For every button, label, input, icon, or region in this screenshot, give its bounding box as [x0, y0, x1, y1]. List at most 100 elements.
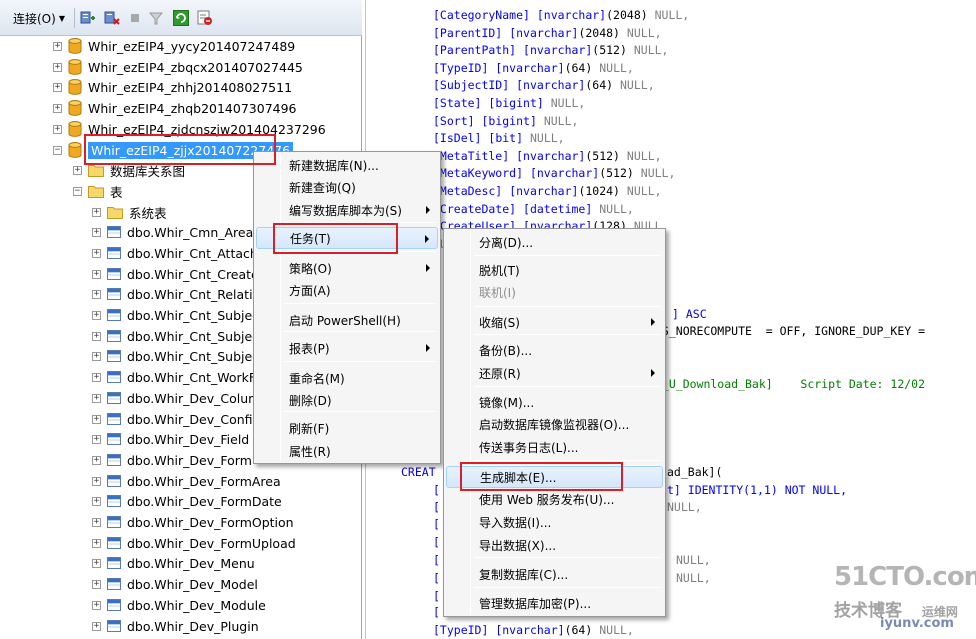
- tree-node-table[interactable]: + dbo.Whir_Dev_Form: [92, 450, 252, 470]
- expand-icon[interactable]: +: [92, 476, 101, 486]
- filter-icon[interactable]: [148, 10, 164, 26]
- tree-node-table[interactable]: + dbo.Whir_Dev_Plugin: [92, 616, 259, 636]
- code-token: [nvarchar]: [495, 623, 565, 637]
- context-menu-item[interactable]: 新建查询(Q): [256, 176, 438, 198]
- tree-node-table[interactable]: + dbo.Whir_Cnt_WorkFl: [92, 367, 260, 387]
- tree-node-database[interactable]: + Whir_ezEIP4_zhqb201407307496: [53, 98, 297, 118]
- context-menu-item[interactable]: 启动 PowerShell(H): [256, 309, 438, 331]
- context-menu-item[interactable]: 方面(A): [256, 279, 438, 301]
- tree-node-table[interactable]: + dbo.Whir_Cmn_Area: [92, 222, 253, 242]
- tree-node-database[interactable]: + Whir_ezEIP4_zjdcnszjw201404237296: [53, 119, 326, 139]
- tasks-menu-item[interactable]: 还原(R): [446, 362, 663, 384]
- expand-icon[interactable]: +: [92, 351, 101, 361]
- context-menu-item[interactable]: 报表(P): [256, 337, 438, 359]
- expand-icon[interactable]: +: [73, 165, 82, 175]
- context-menu-item[interactable]: 编写数据库脚本为(S): [256, 199, 438, 221]
- tasks-menu-item[interactable]: 复制数据库(C)...: [446, 563, 663, 585]
- context-menu-item[interactable]: 任务(T): [256, 227, 438, 249]
- context-menu-item[interactable]: 重命名(M): [256, 367, 438, 389]
- tree-node-system-tables-folder[interactable]: + 系统表: [92, 202, 167, 222]
- expand-icon[interactable]: +: [92, 227, 101, 237]
- collapse-icon[interactable]: −: [53, 145, 62, 155]
- context-menu-item[interactable]: 删除(D): [256, 389, 438, 411]
- expand-icon[interactable]: +: [92, 372, 101, 382]
- tree-node-table[interactable]: + dbo.Whir_Dev_Colum: [92, 388, 260, 408]
- tree-node-table[interactable]: + dbo.Whir_Dev_FormDate: [92, 491, 282, 511]
- tree-node-table[interactable]: + dbo.Whir_Dev_Config: [92, 409, 260, 429]
- expand-icon[interactable]: +: [92, 455, 101, 465]
- tree-node-table[interactable]: + dbo.Whir_Cnt_CreateI: [92, 264, 262, 284]
- expand-icon[interactable]: +: [92, 248, 101, 258]
- tree-node-table[interactable]: + dbo.Whir_Dev_FormUpload: [92, 533, 296, 553]
- tasks-menu-item[interactable]: 导出数据(X)...: [446, 534, 663, 556]
- tasks-menu-item[interactable]: 镜像(M)...: [446, 391, 663, 413]
- activity-icon[interactable]: [197, 10, 213, 26]
- expand-icon[interactable]: +: [92, 434, 101, 444]
- tree-node-diagrams-folder[interactable]: + 数据库关系图: [73, 160, 185, 180]
- context-menu-item[interactable]: 刷新(F): [256, 417, 438, 439]
- code-token: [CategoryName]: [433, 8, 530, 22]
- tree-node-table[interactable]: + dbo.Whir_Dev_FormArea: [92, 471, 281, 491]
- tasks-menu-item[interactable]: 收缩(S): [446, 311, 663, 333]
- expand-icon[interactable]: +: [92, 414, 101, 424]
- tree-node-table[interactable]: + dbo.Whir_Cnt_Subject: [92, 326, 264, 346]
- code-line: [CreateDate] [datetime] NULL,: [433, 201, 634, 219]
- expand-icon[interactable]: +: [92, 393, 101, 403]
- tasks-menu-item[interactable]: 联机(I): [446, 281, 663, 303]
- expand-icon[interactable]: +: [92, 621, 101, 631]
- expand-icon[interactable]: +: [92, 269, 101, 279]
- expand-icon[interactable]: +: [92, 600, 101, 610]
- expand-icon[interactable]: +: [92, 310, 101, 320]
- expand-icon[interactable]: +: [53, 41, 62, 51]
- menu-item-label: 任务(T): [290, 231, 331, 246]
- expand-icon[interactable]: +: [92, 579, 101, 589]
- tasks-menu-item[interactable]: 脱机(T): [446, 259, 663, 281]
- tree-node-database[interactable]: + Whir_ezEIP4_yycy201407247489: [53, 36, 295, 56]
- tree-node-table[interactable]: + dbo.Whir_Dev_Menu: [92, 553, 255, 573]
- expand-icon[interactable]: +: [92, 289, 101, 299]
- expand-icon[interactable]: +: [53, 103, 62, 113]
- connect-dropdown-button[interactable]: 连接(O) ▼: [13, 9, 65, 27]
- expand-icon[interactable]: +: [92, 538, 101, 548]
- expand-icon[interactable]: +: [92, 558, 101, 568]
- tasks-menu-item[interactable]: 备份(B)...: [446, 339, 663, 361]
- expand-icon[interactable]: +: [92, 207, 101, 217]
- tasks-menu-item[interactable]: 传送事务日志(L)...: [446, 436, 663, 458]
- tree-node-table[interactable]: + dbo.Whir_Dev_FormOption: [92, 512, 294, 532]
- tree-node-table[interactable]: + dbo.Whir_Cnt_Subject: [92, 346, 264, 366]
- tree-node-table[interactable]: + dbo.Whir_Dev_Field: [92, 429, 249, 449]
- tree-node-database[interactable]: + Whir_ezEIP4_zhhj201408027511: [53, 77, 292, 97]
- expand-icon[interactable]: +: [92, 331, 101, 341]
- stop-icon[interactable]: [127, 10, 143, 26]
- tasks-menu-item[interactable]: 管理数据库加密(P)...: [446, 592, 663, 614]
- tree-node-table[interactable]: + dbo.Whir_Dev_Module: [92, 595, 266, 615]
- tree-node-table[interactable]: + dbo.Whir_Dev_Model: [92, 574, 258, 594]
- tasks-menu-item[interactable]: 生成脚本(E)...: [446, 466, 663, 488]
- tasks-menu-item[interactable]: 启动数据库镜像监视器(O)...: [446, 413, 663, 435]
- tree-node-table[interactable]: + dbo.Whir_Cnt_Attache: [92, 243, 266, 263]
- expand-icon[interactable]: +: [92, 496, 101, 506]
- collapse-icon[interactable]: −: [73, 186, 82, 196]
- connect-icon[interactable]: [80, 10, 96, 26]
- expand-icon[interactable]: +: [53, 124, 62, 134]
- refresh-icon[interactable]: [173, 10, 189, 26]
- disconnect-icon[interactable]: [104, 10, 120, 26]
- expand-icon[interactable]: +: [53, 62, 62, 72]
- tasks-menu-item[interactable]: 使用 Web 服务发布(U)...: [446, 488, 663, 510]
- expand-icon[interactable]: +: [53, 82, 62, 92]
- tree-node-tables-folder[interactable]: − 表: [73, 181, 123, 201]
- tasks-menu-item[interactable]: 导入数据(I)...: [446, 511, 663, 533]
- context-menu-item[interactable]: 策略(O): [256, 257, 438, 279]
- tree-node-database[interactable]: + Whir_ezEIP4_zbqcx201407027445: [53, 57, 303, 77]
- context-menu-item[interactable]: 新建数据库(N)...: [256, 154, 438, 176]
- context-menu-item[interactable]: 属性(R): [256, 440, 438, 462]
- table-icon: [107, 330, 121, 342]
- tree-node-table[interactable]: + dbo.Whir_Cnt_Relatio: [92, 284, 260, 304]
- code-token: [Sort]: [433, 113, 475, 128]
- code-token: (512): [599, 166, 634, 181]
- tasks-menu-item[interactable]: 分离(D)...: [446, 231, 663, 253]
- tree-node-table[interactable]: + dbo.Whir_Cnt_Subject: [92, 305, 264, 325]
- menu-item-label: 报表(P): [289, 341, 330, 356]
- folder-icon: [88, 185, 104, 198]
- expand-icon[interactable]: +: [92, 517, 101, 527]
